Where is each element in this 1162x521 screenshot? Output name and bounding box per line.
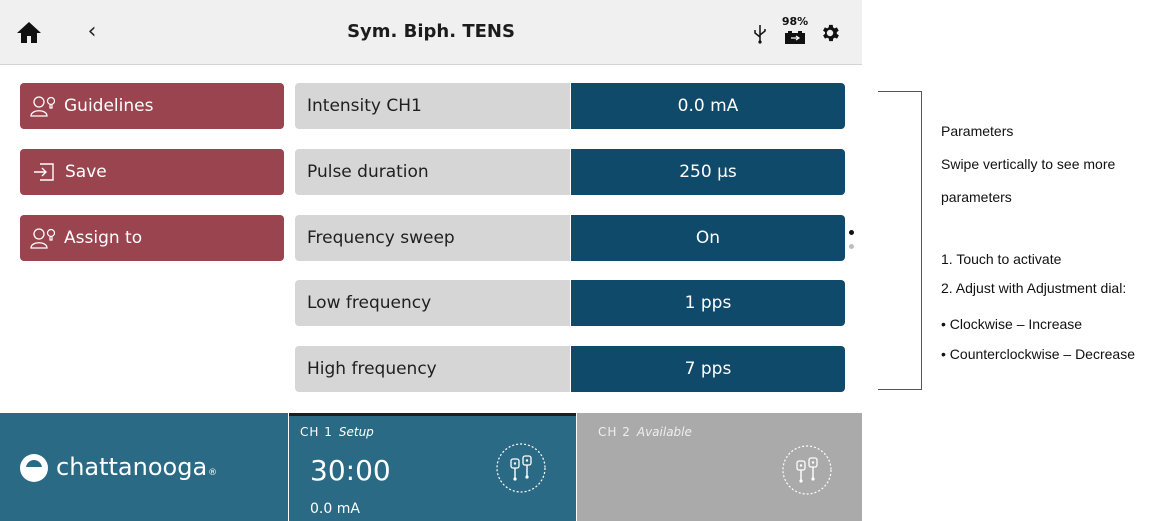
battery-percent: 98%: [781, 15, 809, 28]
param-name: Intensity CH1: [295, 83, 570, 129]
annotation-line: parameters: [941, 189, 1012, 205]
param-value[interactable]: 250 µs: [571, 149, 845, 195]
brand-name: chattanooga®: [56, 453, 218, 481]
usb-icon: [754, 25, 766, 44]
channel-2-panel[interactable]: CH 2 Available: [577, 413, 862, 521]
param-value[interactable]: 1 pps: [571, 280, 845, 326]
channel-1-intensity: 0.0 mA: [310, 501, 360, 517]
save-label: Save: [65, 162, 107, 182]
param-frequency-sweep[interactable]: Frequency sweep On: [295, 215, 845, 261]
page-indicator-active: [849, 230, 854, 235]
top-bar: ‹ Sym. Biph. TENS 98%: [0, 0, 862, 65]
device-screen: ‹ Sym. Biph. TENS 98% Guidelines Save As…: [0, 0, 862, 521]
channel-2-status: Available: [636, 425, 692, 439]
guidelines-label: Guidelines: [64, 96, 154, 116]
annotation-bullet: • Clockwise – Increase: [941, 316, 1083, 332]
user-bulb-icon: [30, 96, 56, 117]
electrode-icon: [782, 445, 832, 495]
annotation-title: Parameters: [941, 123, 1014, 139]
param-low-frequency[interactable]: Low frequency 1 pps: [295, 280, 845, 326]
save-button[interactable]: Save: [20, 149, 284, 195]
annotation-line: Swipe vertically to see more: [941, 156, 1116, 172]
param-intensity-ch1[interactable]: Intensity CH1 0.0 mA: [295, 83, 845, 129]
bottom-bar: chattanooga® CH 1 Setup 30:00 0.0 mA CH 2…: [0, 413, 862, 521]
channel-1-timer: 30:00: [310, 454, 391, 487]
save-icon: [34, 163, 54, 181]
param-name: Pulse duration: [295, 149, 570, 195]
annotation-step: 2. Adjust with Adjustment dial:: [941, 280, 1127, 296]
page-indicator-inactive: [849, 244, 854, 249]
param-pulse-duration[interactable]: Pulse duration 250 µs: [295, 149, 845, 195]
chattanooga-logo-icon: [20, 454, 48, 482]
param-value[interactable]: 0.0 mA: [571, 83, 845, 129]
brand-area: chattanooga®: [0, 413, 288, 521]
guidelines-button[interactable]: Guidelines: [20, 83, 284, 129]
param-value[interactable]: On: [571, 215, 845, 261]
electrode-icon: [496, 443, 546, 493]
user-bulb-icon: [30, 228, 56, 249]
annotation-bracket: [878, 91, 922, 390]
gear-icon[interactable]: [819, 22, 841, 44]
param-high-frequency[interactable]: High frequency 7 pps: [295, 346, 845, 392]
page-title: Sym. Biph. TENS: [347, 21, 515, 42]
param-name: High frequency: [295, 346, 570, 392]
param-name: Low frequency: [295, 280, 570, 326]
assign-to-label: Assign to: [64, 228, 143, 248]
annotation-bullet: • Counterclockwise – Decrease: [941, 346, 1135, 362]
battery-icon: [785, 31, 805, 44]
channel-1-panel[interactable]: CH 1 Setup 30:00 0.0 mA: [289, 413, 576, 521]
annotation-step: 1. Touch to activate: [941, 251, 1062, 267]
channel-2-label: CH 2 Available: [598, 425, 692, 439]
assign-to-button[interactable]: Assign to: [20, 215, 284, 261]
channel-1-label: CH 1 Setup: [300, 425, 374, 439]
channel-1-status: Setup: [338, 425, 374, 439]
param-name: Frequency sweep: [295, 215, 570, 261]
channel-1-active-indicator: [289, 413, 576, 416]
param-value[interactable]: 7 pps: [571, 346, 845, 392]
